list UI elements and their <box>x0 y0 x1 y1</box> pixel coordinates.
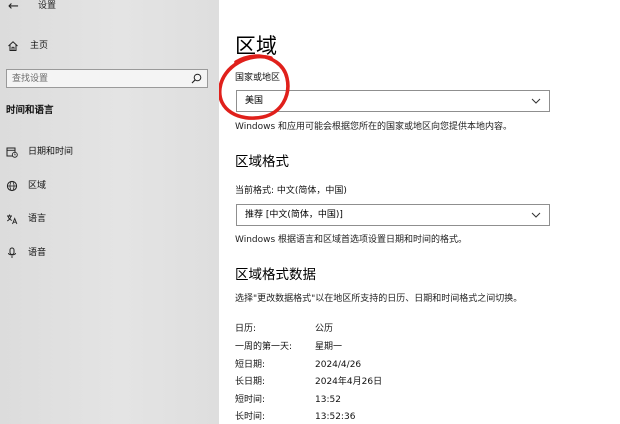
region-format-heading: 区域格式 <box>235 154 289 170</box>
sidebar-item-region[interactable]: 区域 <box>0 176 219 198</box>
format-data-value: 公历 <box>315 324 334 334</box>
format-data-label: 一周的第一天: <box>235 342 293 352</box>
format-data-label: 短日期: <box>235 360 266 370</box>
format-data-value: 2024年4月26日 <box>315 377 383 387</box>
region-format-value: 推荐 [中文(简体，中国)] <box>245 210 343 220</box>
title-bar: ← 设置 <box>0 0 219 18</box>
sidebar-section-title: 时间和语言 <box>6 105 54 116</box>
search-icon[interactable] <box>191 73 202 84</box>
format-data-value: 13:52 <box>315 395 341 405</box>
microphone-icon <box>8 247 16 258</box>
country-dropdown[interactable]: 美国 <box>236 90 550 112</box>
search-input[interactable] <box>7 70 192 87</box>
sidebar-item-speech[interactable]: 语音 <box>0 243 219 265</box>
sidebar-item-language[interactable]: 语言 <box>0 209 219 231</box>
globe-icon <box>6 180 18 192</box>
country-description: Windows 和应用可能会根据您所在的国家或地区向您提供本地内容。 <box>235 122 513 132</box>
language-icon <box>6 214 18 225</box>
format-data-heading: 区域格式数据 <box>235 267 316 283</box>
main-content: 区域 国家或地区 美国 Windows 和应用可能会根据您所在的国家或地区向您提… <box>219 0 620 424</box>
page-title: 区域 <box>235 34 277 58</box>
region-format-dropdown[interactable]: 推荐 [中文(简体，中国)] <box>236 204 550 226</box>
app-title: 设置 <box>38 1 57 11</box>
sidebar-item-label: 语音 <box>28 248 47 258</box>
format-data-description: 选择"更改数据格式"以在地区所支持的日历、日期和时间格式之间切换。 <box>235 294 523 304</box>
sidebar-item-label: 语言 <box>28 214 47 224</box>
home-icon <box>8 41 18 51</box>
current-format-label: 当前格式: 中文(简体，中国) <box>235 186 347 196</box>
country-label: 国家或地区 <box>235 73 281 83</box>
sidebar-item-label: 日期和时间 <box>28 147 74 157</box>
format-data-label: 长日期: <box>235 377 266 387</box>
format-data-label: 日历: <box>235 324 257 334</box>
format-data-label: 短时间: <box>235 395 266 405</box>
calendar-clock-icon <box>6 147 18 158</box>
settings-window: ← 设置 主页 时间和语言 <box>0 0 620 424</box>
format-data-value: 星期一 <box>315 342 343 352</box>
sidebar-item-home[interactable]: 主页 <box>0 36 219 58</box>
sidebar-item-label: 主页 <box>30 41 49 51</box>
format-data-value: 2024/4/26 <box>315 360 362 370</box>
sidebar: ← 设置 主页 时间和语言 <box>0 0 219 424</box>
sidebar-item-label: 区域 <box>28 181 47 191</box>
chevron-down-icon <box>531 212 541 218</box>
format-data-label: 长时间: <box>235 412 266 422</box>
region-format-description: Windows 根据语言和区域首选项设置日期和时间的格式。 <box>235 235 468 245</box>
chevron-down-icon <box>531 98 541 104</box>
country-value: 美国 <box>245 96 264 106</box>
format-data-value: 13:52:36 <box>315 412 356 422</box>
back-arrow-icon[interactable]: ← <box>8 0 22 14</box>
search-box[interactable] <box>6 69 208 88</box>
sidebar-item-date-time[interactable]: 日期和时间 <box>0 142 219 164</box>
